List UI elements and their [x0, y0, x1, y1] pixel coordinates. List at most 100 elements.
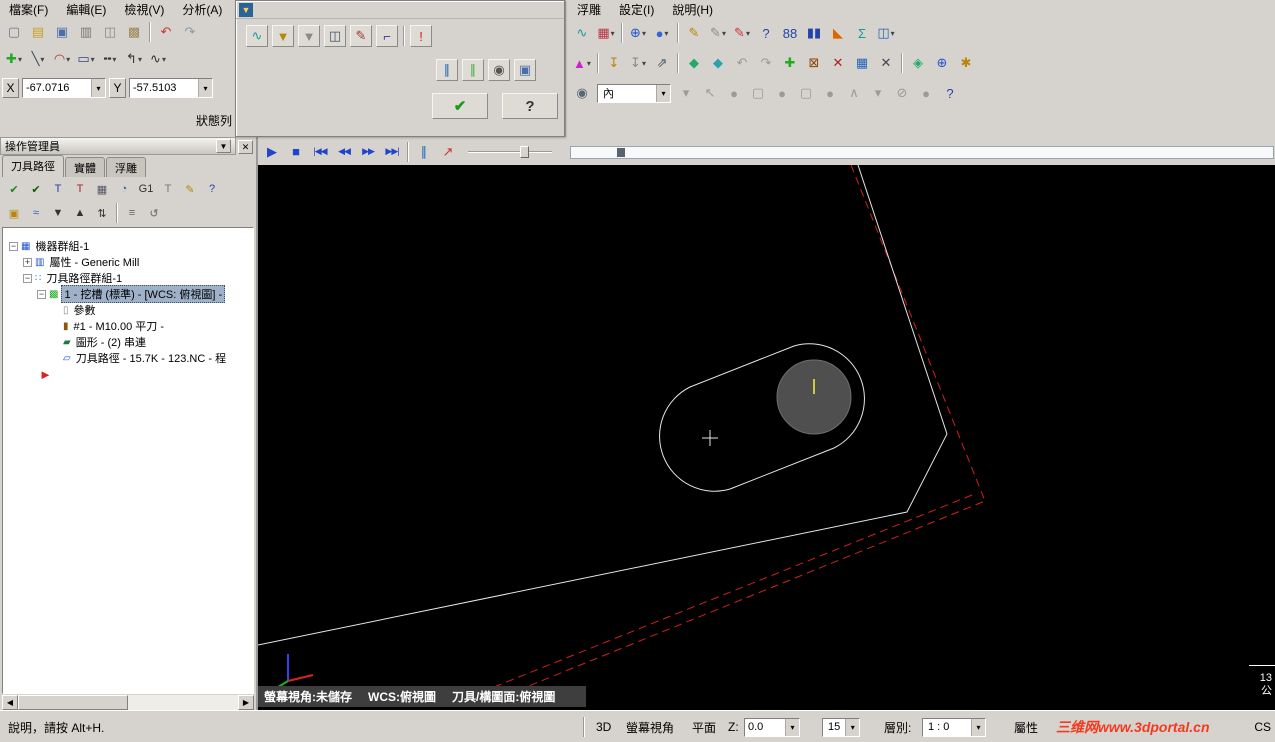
x-coordinate-field[interactable]: ▾ [22, 78, 106, 98]
slider-track[interactable] [468, 150, 552, 153]
regen-selected-icon[interactable]: T [48, 179, 68, 199]
solid-cut-icon[interactable]: ✕ [827, 52, 849, 74]
panel-collapse-button[interactable]: ▼ [216, 139, 231, 153]
create-dash-icon[interactable]: ╍ ▾ [99, 48, 121, 70]
menu-item-2[interactable]: 編輯(E) [57, 0, 115, 20]
prompt-pin2-icon[interactable]: ▼ [298, 25, 320, 47]
pin-alt-icon[interactable]: ↧ ▾ [627, 52, 649, 74]
y-coordinate-input[interactable] [130, 80, 198, 96]
tree-expander-icon[interactable]: + [23, 257, 32, 267]
step-forward-icon[interactable]: ▶▶ [357, 141, 379, 163]
backplot-icon[interactable]: ▦ [92, 179, 112, 199]
stock-boundary[interactable] [493, 165, 986, 699]
3d-toggle-button[interactable]: 3D [590, 717, 617, 737]
show-path-icon[interactable]: ∥ [413, 141, 435, 163]
prompt-sketch-icon[interactable]: ∿ [246, 25, 268, 47]
move-insert-icon[interactable]: ⇅ [92, 203, 112, 223]
panel-horizontal-scrollbar[interactable]: ◀ ▶ [2, 695, 254, 710]
menu-item-3[interactable]: 檢視(V) [115, 0, 173, 20]
toggle-post-icon[interactable]: ▼ [48, 203, 68, 223]
surface-display-icon[interactable]: ▦ ▾ [595, 22, 617, 44]
solid-add-icon[interactable]: ✚ [779, 52, 801, 74]
select-regen-ops-icon[interactable]: ✔ [26, 179, 46, 199]
curve-display-icon[interactable]: ∿ [571, 22, 593, 44]
shading-sphere-icon[interactable]: ● ▾ [651, 22, 673, 44]
highfeed-icon[interactable]: T [158, 179, 178, 199]
lock-icon[interactable]: ▣ [4, 203, 24, 223]
prompt-window-titlebar[interactable]: ▼ [236, 1, 564, 19]
ops-help-icon[interactable]: ? [202, 179, 222, 199]
refresh-ops-icon[interactable]: ↺ [144, 203, 164, 223]
delete-entities-icon[interactable]: ▲ ▾ [571, 52, 593, 74]
menu-item-2[interactable]: 設定(I) [610, 0, 663, 20]
tree-geometry[interactable]: ▰ 圖形 - (2) 串連 [3, 334, 253, 350]
attributes-button[interactable]: 屬性 [1008, 717, 1044, 737]
create-rect-icon[interactable]: ▭ ▾ [75, 48, 97, 70]
slider-handle[interactable] [520, 145, 529, 158]
gview-button[interactable]: 螢幕視角 [620, 717, 680, 737]
move-up-icon[interactable]: ▲ [70, 203, 90, 223]
z-depth-combo[interactable]: ▾ [744, 717, 800, 737]
layer-combo[interactable]: 1 : 0 ▾ [922, 717, 986, 737]
linewidth-combo[interactable]: 15 ▾ [822, 717, 861, 737]
solid-revolve-icon[interactable]: ◆ [707, 52, 729, 74]
y-coordinate-field[interactable]: ▾ [129, 78, 213, 98]
show-vectors-icon[interactable]: ↗ [437, 141, 459, 163]
menu-item-3[interactable]: 說明(H) [663, 0, 722, 20]
prompt-pin-icon[interactable]: ▼ [272, 25, 294, 47]
trace-ruler-handle[interactable] [617, 148, 625, 157]
menu-item-1[interactable]: 檔案(F) [0, 0, 57, 20]
window-icon[interactable]: ◫ ▾ [875, 22, 897, 44]
redo-icon[interactable]: ↷ [179, 21, 201, 43]
group-mask-arrow-icon[interactable]: ▾ [656, 84, 670, 102]
save-file-icon[interactable]: ▣ [51, 21, 73, 43]
skip-end-icon[interactable]: ▶▶| [381, 141, 403, 163]
skip-start-icon[interactable]: |◀◀ [309, 141, 331, 163]
view-cube-icon[interactable]: ◈ [907, 52, 929, 74]
view-globe-icon[interactable]: ⊕ [931, 52, 953, 74]
analyze-query-icon[interactable]: ? [755, 22, 777, 44]
tree-expander-icon[interactable]: − [37, 289, 46, 299]
panel-tab-3[interactable]: 浮雕 [106, 157, 146, 177]
post-icon[interactable]: G1 [136, 179, 156, 199]
save-settings-icon[interactable]: ▣ [514, 59, 536, 81]
panel-tab-2[interactable]: 實體 [65, 157, 105, 177]
scroll-ops-icon[interactable]: ≡ [122, 203, 142, 223]
tree-parameters[interactable]: ▯ 參數 [3, 302, 253, 318]
undo-icon[interactable]: ↶ [155, 21, 177, 43]
new-file-icon[interactable]: ▢ [3, 21, 25, 43]
y-combo-arrow-icon[interactable]: ▾ [198, 79, 212, 97]
tree-toolpath-group[interactable]: − ∷ 刀具路徑群組-1 [3, 270, 253, 286]
create-point-icon[interactable]: ✚ ▾ [3, 48, 25, 70]
mask-help-icon[interactable]: ? [939, 82, 961, 104]
print-preview-icon[interactable]: ◫ [99, 21, 121, 43]
solid-grid-icon[interactable]: ▦ [851, 52, 873, 74]
snapshot-icon[interactable]: ◉ [488, 59, 510, 81]
print-icon[interactable]: ▥ [75, 21, 97, 43]
undo-view-icon[interactable]: ↶ [731, 52, 753, 74]
z-depth-input[interactable] [745, 719, 785, 735]
prompt-hook-icon[interactable]: ⌐ [376, 25, 398, 47]
graphics-viewport[interactable]: 螢幕視角:未儲存 WCS:俯視圖 刀具/構圖面:俯視圖 13 公 [258, 165, 1275, 710]
create-line-icon[interactable]: ╲ ▾ [27, 48, 49, 70]
step-back-icon[interactable]: ◀◀ [333, 141, 355, 163]
analyze-entity-icon[interactable]: ✎ [683, 22, 705, 44]
play-icon[interactable]: ▶ [261, 141, 283, 163]
menu-item-4[interactable]: 分析(A) [173, 0, 231, 20]
analyze-dynamic-icon[interactable]: ✎ ▾ [731, 22, 753, 44]
tree-tool[interactable]: ▮ #1 - M10.00 平刀 - [3, 318, 253, 334]
create-corner-icon[interactable]: ↰ ▾ [123, 48, 145, 70]
solid-extrude-icon[interactable]: ◆ [683, 52, 705, 74]
scroll-right-icon[interactable]: ▶ [238, 695, 254, 710]
scroll-left-icon[interactable]: ◀ [2, 695, 18, 710]
menu-item-1[interactable]: 浮雕 [568, 0, 610, 20]
regen-all-icon[interactable]: T [70, 179, 90, 199]
x-combo-arrow-icon[interactable]: ▾ [91, 79, 105, 97]
create-arc-icon[interactable]: ◠ ▾ [51, 48, 73, 70]
analyze-position-icon[interactable]: ✎ ▾ [707, 22, 729, 44]
tree-toolpath-file[interactable]: ▱ 刀具路徑 - 15.7K - 123.NC - 程 [3, 350, 253, 366]
gview-globe-icon[interactable]: ⊕ ▾ [627, 22, 649, 44]
analyze-angle-icon[interactable]: ◣ [827, 22, 849, 44]
stop-icon[interactable]: ■ [285, 141, 307, 163]
solid-box-icon[interactable]: ⊠ [803, 52, 825, 74]
